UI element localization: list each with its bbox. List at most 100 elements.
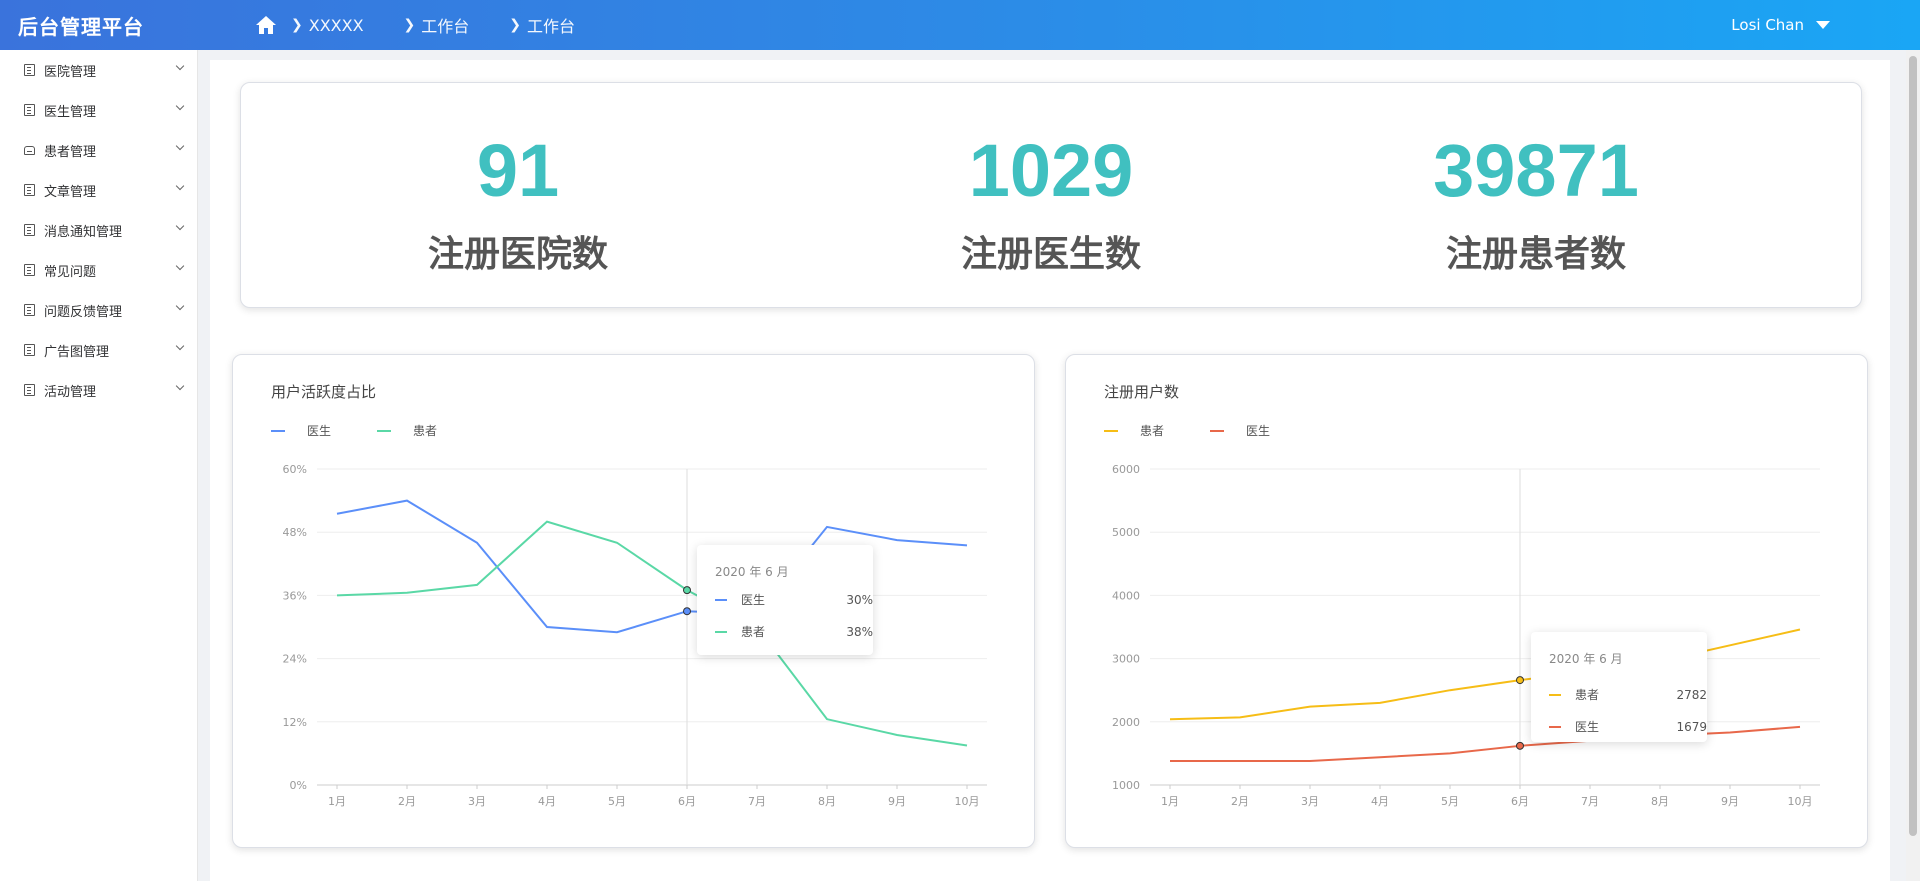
sidebar-item-notification[interactable]: 消息通知管理 <box>0 210 197 250</box>
line-chart-activity[interactable]: 0% 12% 24% 36% 48% 60% 1月 2月 3月 4月 5月 6月 7月 8月 9月 10月 <box>233 355 1036 849</box>
building-icon <box>24 184 35 196</box>
tooltip-row: 患者 2782 <box>1549 686 1707 703</box>
chevron-down-icon <box>175 221 185 231</box>
sidebar-item-feedback[interactable]: 问题反馈管理 <box>0 290 197 330</box>
top-bar: 后台管理平台 ❯ XXXXX ❯ 工作台 ❯ 工作台 Losi Chan <box>0 0 1920 50</box>
stat-label: 注册医生数 <box>960 234 1141 275</box>
building-icon <box>24 224 35 236</box>
y-tick-label: 48% <box>283 526 307 539</box>
user-menu[interactable]: Losi Chan <box>1731 0 1830 50</box>
chart-tooltip: 2020 年 6 月 医生 30% 患者 38% <box>697 545 873 655</box>
tooltip-swatch <box>1549 725 1561 728</box>
x-tick-label: 4月 <box>1371 795 1389 808</box>
breadcrumb-item-2[interactable]: ❯ 工作台 <box>404 13 470 37</box>
breadcrumb-item-3[interactable]: ❯ 工作台 <box>509 13 575 37</box>
stat-doctors: 1029 注册医生数 <box>851 83 1251 277</box>
tooltip-row: 医生 30% <box>715 591 873 608</box>
home-icon[interactable] <box>255 15 277 35</box>
building-icon <box>24 344 35 356</box>
stat-label: 注册患者数 <box>1445 234 1626 275</box>
x-tick-label: 7月 <box>748 795 766 808</box>
chevron-right-icon: ❯ <box>509 17 522 33</box>
chart-card-registrations: 注册用户数 患者 医生 1000 2000 3000 4000 5000 6000 1月 2月… <box>1065 354 1868 848</box>
x-tick-label: 10月 <box>1788 795 1813 808</box>
x-tick-label: 8月 <box>818 795 836 808</box>
sidebar: 医院管理 医生管理 患者管理 文章管理 消息通知管理 常见问题 问题反馈管理 广… <box>0 50 198 881</box>
app-title: 后台管理平台 <box>18 14 144 39</box>
vertical-scrollbar[interactable] <box>1906 50 1920 881</box>
sidebar-item-banner[interactable]: 广告图管理 <box>0 330 197 370</box>
chevron-down-icon <box>175 181 185 191</box>
sidebar-item-activity[interactable]: 活动管理 <box>0 370 197 410</box>
x-tick-label: 9月 <box>888 795 906 808</box>
x-tick-label: 1月 <box>328 795 346 808</box>
y-tick-label: 3000 <box>1112 653 1140 666</box>
sidebar-item-doctor[interactable]: 医生管理 <box>0 90 197 130</box>
x-tick-label: 7月 <box>1581 795 1599 808</box>
y-tick-label: 1000 <box>1112 779 1140 792</box>
x-tick-label: 2月 <box>398 795 416 808</box>
chevron-down-icon <box>175 61 185 71</box>
y-tick-label: 36% <box>283 589 307 602</box>
building-icon <box>24 264 35 276</box>
building-icon <box>24 104 35 116</box>
breadcrumb: ❯ XXXXX ❯ 工作台 ❯ 工作台 <box>255 13 615 37</box>
y-tick-label: 60% <box>283 463 307 476</box>
tooltip-swatch <box>1549 693 1561 696</box>
chevron-down-icon <box>175 141 185 151</box>
stats-panel: 91 注册医院数 1029 注册医生数 39871 注册患者数 <box>240 82 1862 308</box>
chevron-down-icon <box>175 341 185 351</box>
tooltip-swatch <box>715 598 727 601</box>
stat-value: 39871 <box>1433 129 1639 212</box>
x-tick-label: 6月 <box>678 795 696 808</box>
y-tick-label: 0% <box>290 779 307 792</box>
x-tick-label: 2月 <box>1231 795 1249 808</box>
x-tick-label: 10月 <box>955 795 980 808</box>
y-tick-label: 2000 <box>1112 716 1140 729</box>
active-point <box>1516 741 1524 750</box>
active-point <box>683 607 691 616</box>
tooltip-row: 医生 1679 <box>1549 718 1707 735</box>
tooltip-title: 2020 年 6 月 <box>715 565 789 579</box>
x-tick-label: 5月 <box>608 795 626 808</box>
y-tick-label: 4000 <box>1112 589 1140 602</box>
tray-icon <box>24 145 35 155</box>
tooltip-title: 2020 年 6 月 <box>1549 652 1623 666</box>
y-tick-label: 5000 <box>1112 526 1140 539</box>
y-tick-label: 24% <box>283 653 307 666</box>
sidebar-item-faq[interactable]: 常见问题 <box>0 250 197 290</box>
active-point <box>1516 676 1524 685</box>
x-tick-label: 1月 <box>1161 795 1179 808</box>
stat-label: 注册医院数 <box>427 234 608 275</box>
line-chart-registrations[interactable]: 1000 2000 3000 4000 5000 6000 1月 2月 3月 4月 5月 6月 7月 8月… <box>1066 355 1869 849</box>
active-point <box>683 586 691 595</box>
stat-hospitals: 91 注册医院数 <box>318 83 718 277</box>
chevron-right-icon: ❯ <box>403 17 416 33</box>
scrollbar-thumb[interactable] <box>1909 56 1917 836</box>
tooltip-row: 患者 38% <box>715 623 873 640</box>
sidebar-item-article[interactable]: 文章管理 <box>0 170 197 210</box>
x-tick-label: 4月 <box>538 795 556 808</box>
x-tick-label: 3月 <box>468 795 486 808</box>
x-tick-label: 8月 <box>1651 795 1669 808</box>
sidebar-item-patient[interactable]: 患者管理 <box>0 130 197 170</box>
breadcrumb-item-1[interactable]: ❯ XXXXX <box>291 16 364 35</box>
stat-value: 1029 <box>968 129 1134 212</box>
chart-tooltip: 2020 年 6 月 患者 2782 医生 1679 <box>1531 632 1707 742</box>
chart-card-activity: 用户活跃度占比 医生 患者 0% 12% 24% 36% 48% 60% 1月 2月 3月 4月 5… <box>232 354 1035 848</box>
y-tick-label: 12% <box>283 716 307 729</box>
building-icon <box>24 64 35 76</box>
sidebar-item-hospital[interactable]: 医院管理 <box>0 50 197 90</box>
chevron-right-icon: ❯ <box>291 17 303 33</box>
stat-patients: 39871 注册患者数 <box>1336 83 1736 277</box>
user-name: Losi Chan <box>1731 16 1804 34</box>
chevron-down-icon <box>175 101 185 111</box>
y-tick-label: 6000 <box>1112 463 1140 476</box>
building-icon <box>24 384 35 396</box>
x-tick-label: 3月 <box>1301 795 1319 808</box>
chevron-down-icon <box>175 261 185 271</box>
chevron-down-icon <box>175 381 185 391</box>
x-tick-label: 9月 <box>1721 795 1739 808</box>
stat-value: 91 <box>476 129 560 212</box>
x-tick-label: 6月 <box>1511 795 1529 808</box>
